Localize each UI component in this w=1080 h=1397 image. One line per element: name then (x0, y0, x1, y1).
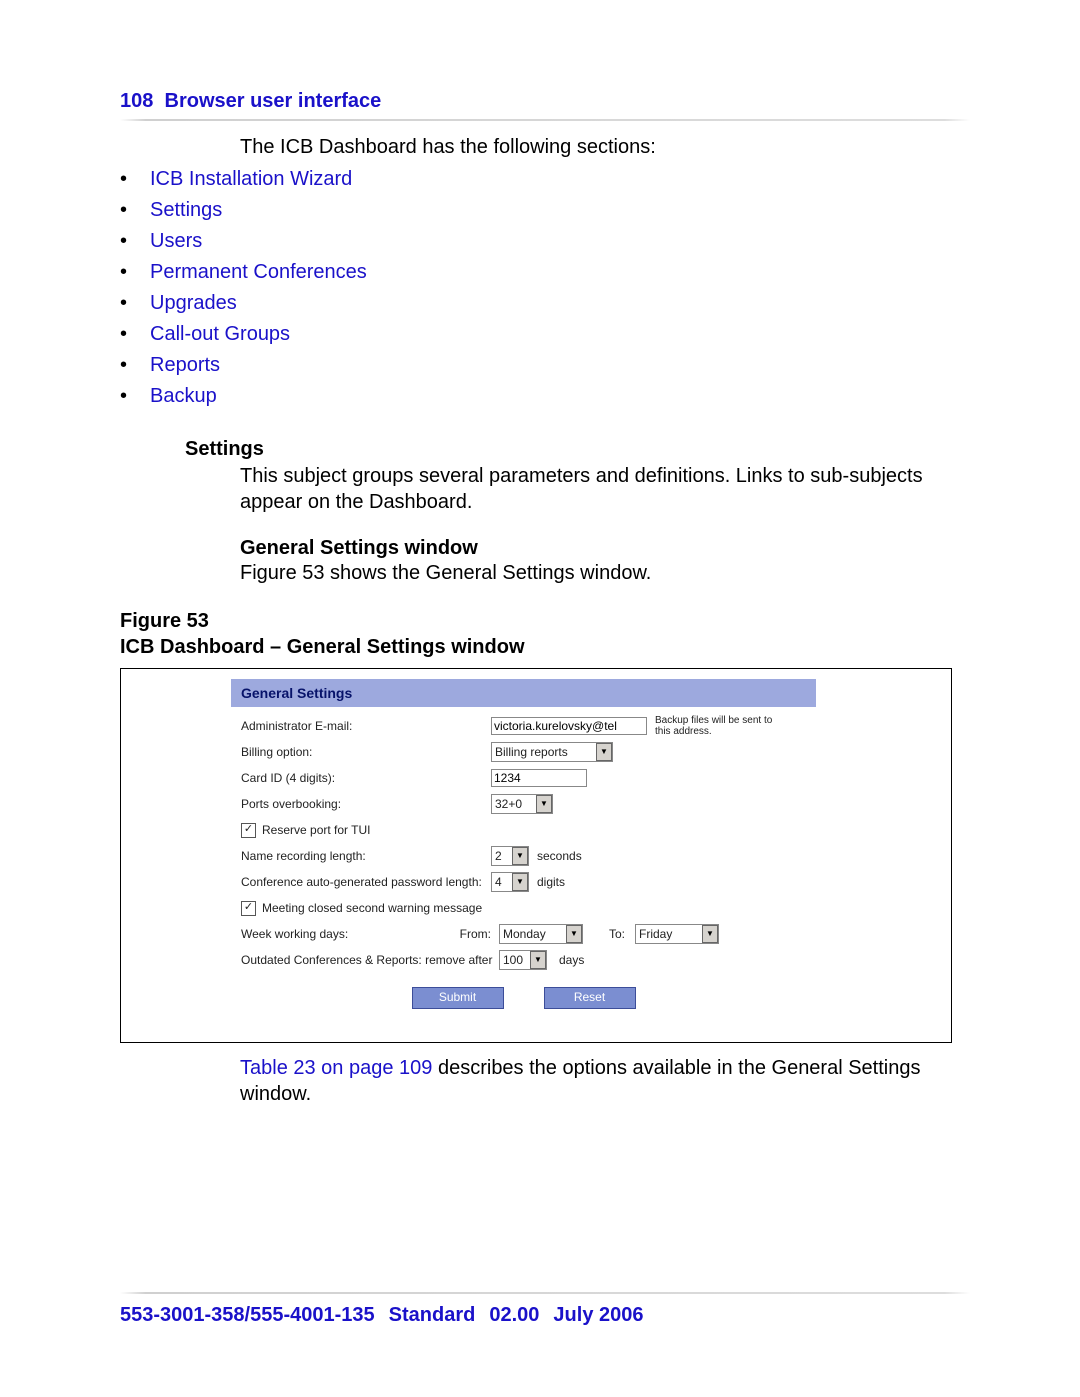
list-item: •Reports (120, 350, 970, 381)
pwlen-label: Conference auto-generated password lengt… (241, 875, 491, 889)
link-settings[interactable]: Settings (150, 199, 222, 221)
list-item: •Settings (120, 195, 970, 226)
to-select[interactable]: Friday ▼ (635, 924, 719, 944)
link-callout-groups[interactable]: Call-out Groups (150, 323, 290, 345)
outdated-unit: days (559, 953, 584, 967)
pwlen-unit: digits (537, 875, 565, 889)
list-item: •Users (120, 226, 970, 257)
chevron-down-icon: ▼ (566, 925, 582, 943)
billing-value: Billing reports (495, 745, 593, 759)
footer-rule (120, 1292, 970, 1294)
pwlen-value: 4 (495, 875, 509, 889)
settings-heading: Settings (185, 438, 970, 461)
outdated-label: Outdated Conferences & Reports: remove a… (241, 953, 499, 967)
from-label: From: (460, 927, 491, 941)
chevron-down-icon: ▼ (536, 795, 552, 813)
link-permanent-conferences[interactable]: Permanent Conferences (150, 261, 367, 283)
page-footer: 553-3001-358/555-4001-135 Standard 02.00 Ju… (120, 1292, 970, 1327)
billing-select[interactable]: Billing reports ▼ (491, 742, 613, 762)
warning-checkbox[interactable]: ✓ (241, 901, 256, 916)
outdated-value: 100 (503, 953, 527, 967)
doc-revision: 02.00 (489, 1304, 539, 1326)
chapter-title: Browser user interface (165, 90, 382, 112)
list-item: •Backup (120, 381, 970, 412)
figure-number: Figure 53 (120, 610, 209, 632)
link-users[interactable]: Users (150, 230, 202, 252)
page: 108 Browser user interface The ICB Dashb… (0, 0, 1080, 1397)
ports-label: Ports overbooking: (241, 797, 491, 811)
chevron-down-icon: ▼ (512, 847, 528, 865)
to-value: Friday (639, 927, 699, 941)
reset-button[interactable]: Reset (544, 987, 636, 1009)
table-23-link[interactable]: Table 23 on page 109 (240, 1057, 432, 1079)
outdated-select[interactable]: 100 ▼ (499, 950, 547, 970)
namerec-value: 2 (495, 849, 509, 863)
ports-select[interactable]: 32+0 ▼ (491, 794, 553, 814)
from-select[interactable]: Monday ▼ (499, 924, 583, 944)
admin-email-input[interactable] (491, 717, 647, 735)
link-icb-wizard[interactable]: ICB Installation Wizard (150, 168, 352, 190)
ports-value: 32+0 (495, 797, 533, 811)
list-item: •Upgrades (120, 288, 970, 319)
reserve-label: Reserve port for TUI (262, 823, 370, 837)
admin-email-label: Administrator E-mail: (241, 719, 491, 733)
doc-date: July 2006 (553, 1304, 643, 1326)
link-backup[interactable]: Backup (150, 385, 217, 407)
admin-email-note: Backup files will be sent to this addres… (655, 715, 775, 737)
namerec-label: Name recording length: (241, 849, 491, 863)
cardid-input[interactable] (491, 769, 587, 787)
intro-text: The ICB Dashboard has the following sect… (240, 133, 970, 162)
submit-button[interactable]: Submit (412, 987, 504, 1009)
header-rule (120, 119, 970, 121)
warning-label: Meeting closed second warning message (262, 901, 482, 915)
from-value: Monday (503, 927, 563, 941)
link-upgrades[interactable]: Upgrades (150, 292, 237, 314)
list-item: •ICB Installation Wizard (120, 164, 970, 195)
doc-standard: Standard (389, 1304, 476, 1326)
namerec-unit: seconds (537, 849, 582, 863)
settings-paragraph: This subject groups several parameters a… (240, 463, 970, 515)
list-item: •Call-out Groups (120, 319, 970, 350)
panel-title: General Settings (231, 679, 816, 707)
page-header: 108 Browser user interface (120, 90, 970, 113)
to-label: To: (609, 927, 625, 941)
billing-label: Billing option: (241, 745, 491, 759)
general-settings-panel: General Settings Administrator E-mail: B… (231, 679, 816, 1019)
figure-title: ICB Dashboard – General Settings window (120, 636, 525, 658)
week-label: Week working days: (241, 927, 348, 941)
page-number: 108 (120, 90, 153, 112)
chevron-down-icon: ▼ (512, 873, 528, 891)
namerec-select[interactable]: 2 ▼ (491, 846, 529, 866)
figure-container: General Settings Administrator E-mail: B… (120, 668, 952, 1043)
footer-text: 553-3001-358/555-4001-135 Standard 02.00 Ju… (120, 1304, 970, 1327)
panel-body: Administrator E-mail: Backup files will … (231, 707, 816, 1009)
cardid-label: Card ID (4 digits): (241, 771, 491, 785)
reserve-checkbox[interactable]: ✓ (241, 823, 256, 838)
link-reports[interactable]: Reports (150, 354, 220, 376)
chevron-down-icon: ▼ (530, 951, 546, 969)
figure-label: Figure 53 ICB Dashboard – General Settin… (120, 608, 970, 660)
pwlen-select[interactable]: 4 ▼ (491, 872, 529, 892)
chevron-down-icon: ▼ (702, 925, 718, 943)
general-settings-paragraph: Figure 53 shows the General Settings win… (240, 560, 970, 586)
general-settings-heading: General Settings window (240, 537, 970, 560)
section-list: •ICB Installation Wizard •Settings •User… (120, 164, 970, 412)
list-item: •Permanent Conferences (120, 257, 970, 288)
doc-number: 553-3001-358/555-4001-135 (120, 1304, 375, 1326)
chevron-down-icon: ▼ (596, 743, 612, 761)
after-figure-text: Table 23 on page 109 describes the optio… (240, 1055, 970, 1107)
